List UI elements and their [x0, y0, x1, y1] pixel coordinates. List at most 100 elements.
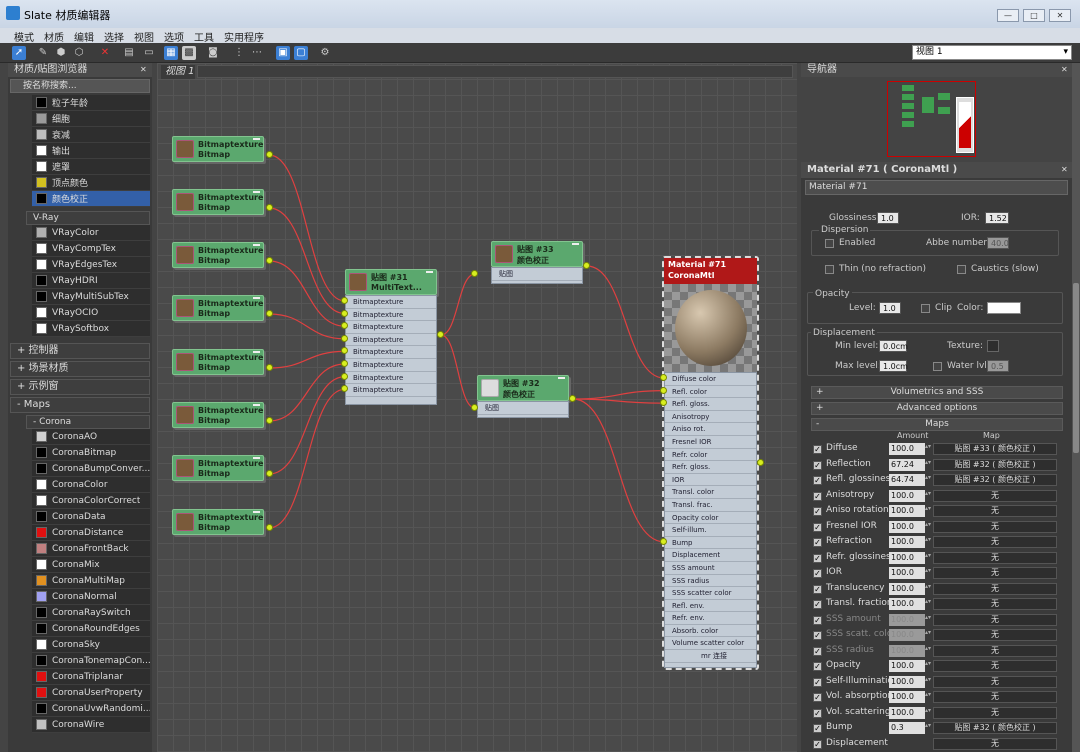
glossiness-spinner[interactable]: 1.0	[877, 212, 899, 224]
browser-item[interactable]: VRayCompTex	[32, 241, 150, 257]
map-enable-checkbox[interactable]: ✓	[813, 553, 822, 563]
material-node-header[interactable]: Material #71 CoronaMtl	[664, 258, 757, 284]
map-slot-button[interactable]: 无	[933, 598, 1057, 610]
map-enable-checkbox[interactable]: ✓	[813, 646, 822, 656]
browser-item[interactable]: CoronaColor	[32, 477, 150, 493]
map-amount-spinner[interactable]: 100.0	[889, 613, 925, 626]
input-socket[interactable]	[471, 404, 478, 411]
input-socket[interactable]	[341, 309, 348, 317]
browser-item[interactable]: VRayEdgesTex	[32, 257, 150, 273]
map-slot[interactable]: Bitmaptexture	[346, 334, 436, 347]
map-slot-button[interactable]: 无	[933, 691, 1057, 703]
minimize-icon[interactable]	[558, 377, 565, 379]
map-slot-button[interactable]: 无	[933, 706, 1057, 719]
map-slot[interactable]: Bitmaptexture	[346, 372, 436, 385]
spinner-arrows-icon[interactable]: ▴▾	[925, 505, 931, 517]
menu-material[interactable]: 材质	[44, 29, 64, 44]
input-socket[interactable]	[471, 270, 478, 277]
close-icon[interactable]: ✕	[1061, 162, 1068, 178]
map-amount-spinner[interactable]: 100.0	[889, 706, 925, 719]
spinner-arrows-icon[interactable]: ▴▾	[925, 676, 931, 688]
section-scene-materials[interactable]: + 场景材质	[10, 361, 150, 377]
minimize-icon[interactable]	[253, 191, 260, 193]
volumetrics-rollout[interactable]: + Volumetrics and SSS	[811, 386, 1063, 399]
navigator-view[interactable]	[801, 77, 1072, 161]
browser-item[interactable]: 输出	[32, 143, 150, 159]
browser-item[interactable]: 顶点颜色	[32, 175, 150, 191]
bitmap-node[interactable]: Bitmaptexture Bitmap	[172, 402, 264, 428]
spinner-arrows-icon[interactable]: ▴▾	[925, 521, 931, 533]
menu-utilities[interactable]: 实用程序	[224, 29, 264, 44]
section-controllers[interactable]: + 控制器	[10, 343, 150, 359]
browser-item[interactable]: VRayColor	[32, 225, 150, 241]
map-slot[interactable]: Bitmaptexture	[346, 309, 436, 322]
maps-rollout[interactable]: - Maps	[811, 418, 1063, 431]
map-amount-spinner[interactable]: 100.0	[889, 629, 925, 641]
scrollbar[interactable]	[1072, 63, 1080, 752]
browser-item[interactable]: VRayMultiSubTex	[32, 289, 150, 305]
material-slot[interactable]: Refr. gloss.	[665, 461, 756, 474]
map-slot[interactable]: Bitmaptexture	[346, 359, 436, 372]
delete-icon[interactable]: ✕	[98, 46, 112, 60]
browser-item[interactable]: CoronaMix	[32, 557, 150, 573]
render-map-icon[interactable]: ◙	[206, 46, 220, 60]
spinner-arrows-icon[interactable]: ▴▾	[925, 490, 931, 502]
map-amount-spinner[interactable]: 100.0	[889, 582, 925, 595]
map-slot-button[interactable]: 无	[933, 536, 1057, 548]
min-level-spinner[interactable]: 0.0cm	[879, 340, 908, 352]
output-socket[interactable]	[583, 262, 590, 269]
browser-search-input[interactable]: 按名称搜索...	[10, 79, 150, 93]
spinner-arrows-icon[interactable]: ▴▾	[925, 629, 931, 641]
map-slot[interactable]: Bitmaptexture	[346, 321, 436, 334]
map-slot[interactable]: 贴图	[492, 268, 582, 281]
background-icon[interactable]: ▩	[182, 46, 196, 60]
bitmap-node[interactable]: Bitmaptexture Bitmap	[172, 295, 264, 321]
material-slot[interactable]: SSS amount	[665, 562, 756, 575]
map-amount-spinner[interactable]: 100.0	[889, 691, 925, 703]
map-enable-checkbox[interactable]: ✓	[813, 724, 822, 733]
pick-material-icon[interactable]: ✎	[36, 46, 50, 60]
material-name-field[interactable]: Material #71	[805, 180, 1068, 195]
browser-item[interactable]: CoronaTriplanar	[32, 669, 150, 685]
material-slot[interactable]: Opacity color	[665, 512, 756, 525]
bitmap-node[interactable]: Bitmaptexture Bitmap	[172, 136, 264, 162]
map-enable-checkbox[interactable]: ✓	[813, 600, 822, 609]
menu-tools[interactable]: 工具	[194, 29, 214, 44]
map-slot-button[interactable]: 无	[933, 520, 1057, 533]
browser-item[interactable]: CoronaBitmap	[32, 445, 150, 461]
material-slot[interactable]: Transl. frac.	[665, 499, 756, 512]
map-slot-button[interactable]: 无	[933, 505, 1057, 517]
view-select[interactable]: 视图 1 ▾	[912, 45, 1072, 60]
spinner-arrows-icon[interactable]: ▴▾	[925, 707, 931, 719]
map-amount-spinner[interactable]: 100.0	[889, 520, 925, 533]
browser-item[interactable]: VRaySoftbox	[32, 321, 150, 337]
browser-item[interactable]: CoronaUvwRandomi...	[32, 701, 150, 717]
spinner-arrows-icon[interactable]: ▴▾	[925, 536, 931, 548]
browser-item[interactable]: CoronaData	[32, 509, 150, 525]
material-slot[interactable]: SSS scatter color	[665, 587, 756, 600]
browser-item[interactable]: VRayOCIO	[32, 305, 150, 321]
output-socket[interactable]	[569, 395, 576, 402]
browser-item[interactable]: CoronaSky	[32, 637, 150, 653]
map-amount-spinner[interactable]: 100.0	[889, 489, 925, 502]
enabled-checkbox[interactable]	[825, 239, 834, 248]
material-slot[interactable]: Anisotropy	[665, 411, 756, 424]
output-socket[interactable]	[266, 524, 273, 531]
map-enable-checkbox[interactable]: ✓	[813, 708, 822, 718]
water-level-checkbox[interactable]	[933, 362, 942, 371]
map-slot-button[interactable]: 无	[933, 644, 1057, 657]
close-icon[interactable]: ✕	[140, 63, 147, 77]
map-slot-button[interactable]: 无	[933, 551, 1057, 564]
map-amount-spinner[interactable]: 100.0	[889, 551, 925, 564]
map-amount-spinner[interactable]: 100.0	[889, 660, 925, 672]
material-slot[interactable]: Self-illum.	[665, 524, 756, 537]
menu-select[interactable]: 选择	[104, 29, 124, 44]
material-params-icon[interactable]: ▣	[276, 46, 290, 60]
browser-item[interactable]: CoronaBumpConver...	[32, 461, 150, 477]
output-socket[interactable]	[266, 364, 273, 371]
map-amount-spinner[interactable]: 100.0	[889, 443, 925, 455]
corona-section[interactable]: - Corona	[26, 415, 150, 429]
spinner-arrows-icon[interactable]: ▴▾	[925, 598, 931, 610]
output-socket[interactable]	[266, 204, 273, 211]
bitmap-node[interactable]: Bitmaptexture Bitmap	[172, 509, 264, 535]
